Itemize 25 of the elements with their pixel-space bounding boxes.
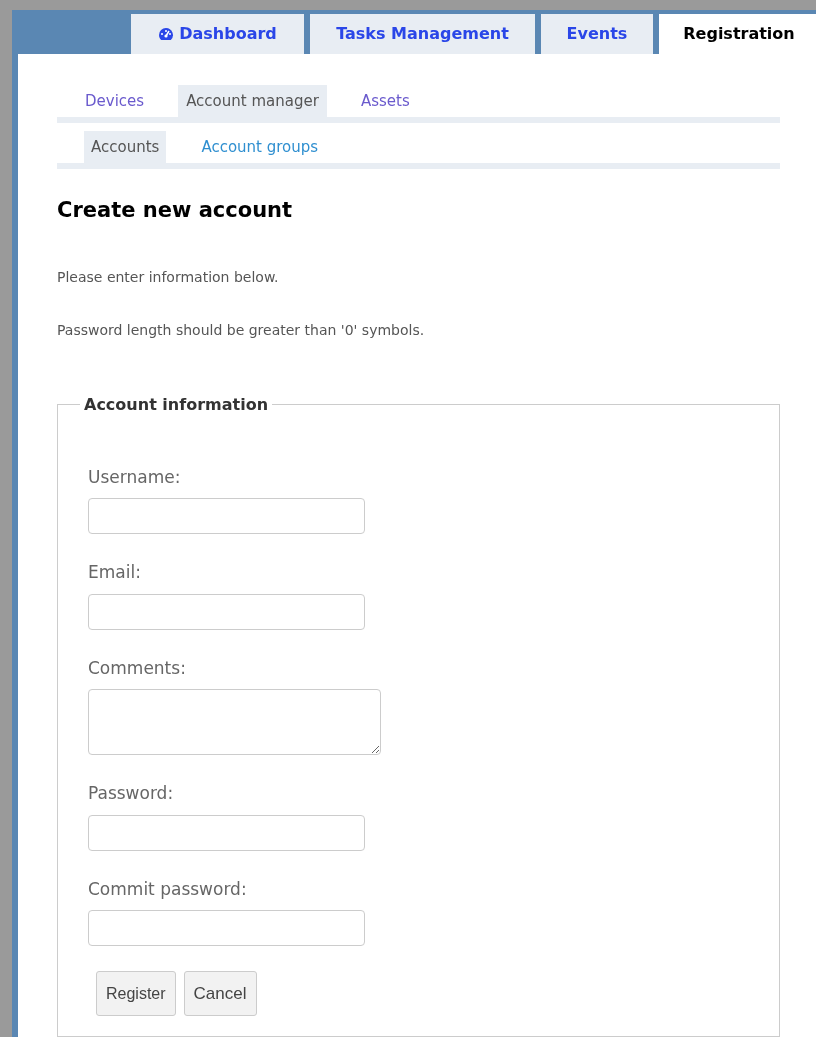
info-text: Password length should be greater than '0' symbols.: [57, 320, 426, 340]
field-label: Email:: [88, 561, 142, 584]
fieldset-legend: Account information: [80, 392, 273, 417]
nav-tab[interactable]: Dashboard: [131, 14, 304, 54]
subnav-tab[interactable]: Assets: [352, 85, 418, 117]
field-label: Comments:: [88, 656, 187, 680]
subnav-tab[interactable]: Accounts: [84, 131, 167, 163]
input-field[interactable]: [88, 593, 365, 630]
form-button[interactable]: Register: [96, 971, 176, 1016]
nav-tab[interactable]: Events: [541, 14, 653, 54]
input-field[interactable]: [88, 910, 365, 946]
subnav-tab[interactable]: Devices: [77, 85, 153, 117]
page-heading: Create new account: [57, 197, 294, 224]
form-button[interactable]: Cancel: [183, 971, 257, 1016]
input-field[interactable]: [88, 814, 365, 851]
subnav-tab[interactable]: Account manager: [178, 85, 327, 117]
nav-tab[interactable]: Registration: [659, 14, 816, 54]
info-text: Please enter information below.: [57, 267, 280, 287]
subnav-tab[interactable]: Account groups: [194, 131, 326, 163]
field-label: Password:: [88, 782, 175, 805]
field-label: Username:: [88, 465, 182, 489]
nav-tab[interactable]: Tasks Management: [310, 14, 535, 54]
comments-field[interactable]: [88, 689, 381, 755]
field-label: Commit password:: [88, 877, 248, 901]
input-field[interactable]: [88, 498, 365, 534]
